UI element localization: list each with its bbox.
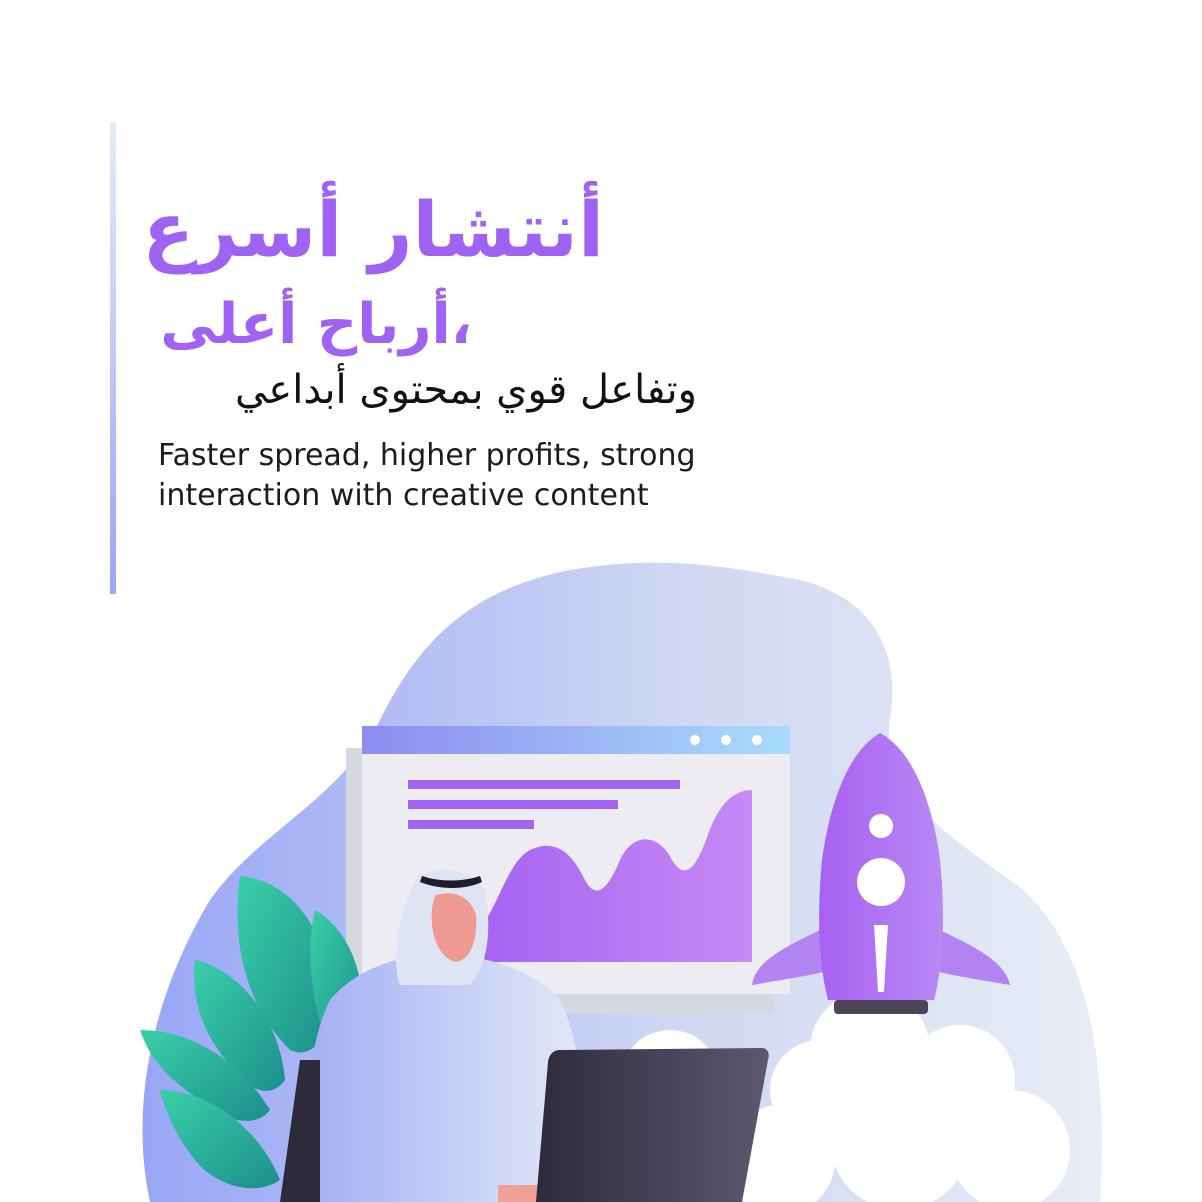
laptop-icon (536, 1048, 769, 1202)
illustration (140, 562, 1102, 1202)
